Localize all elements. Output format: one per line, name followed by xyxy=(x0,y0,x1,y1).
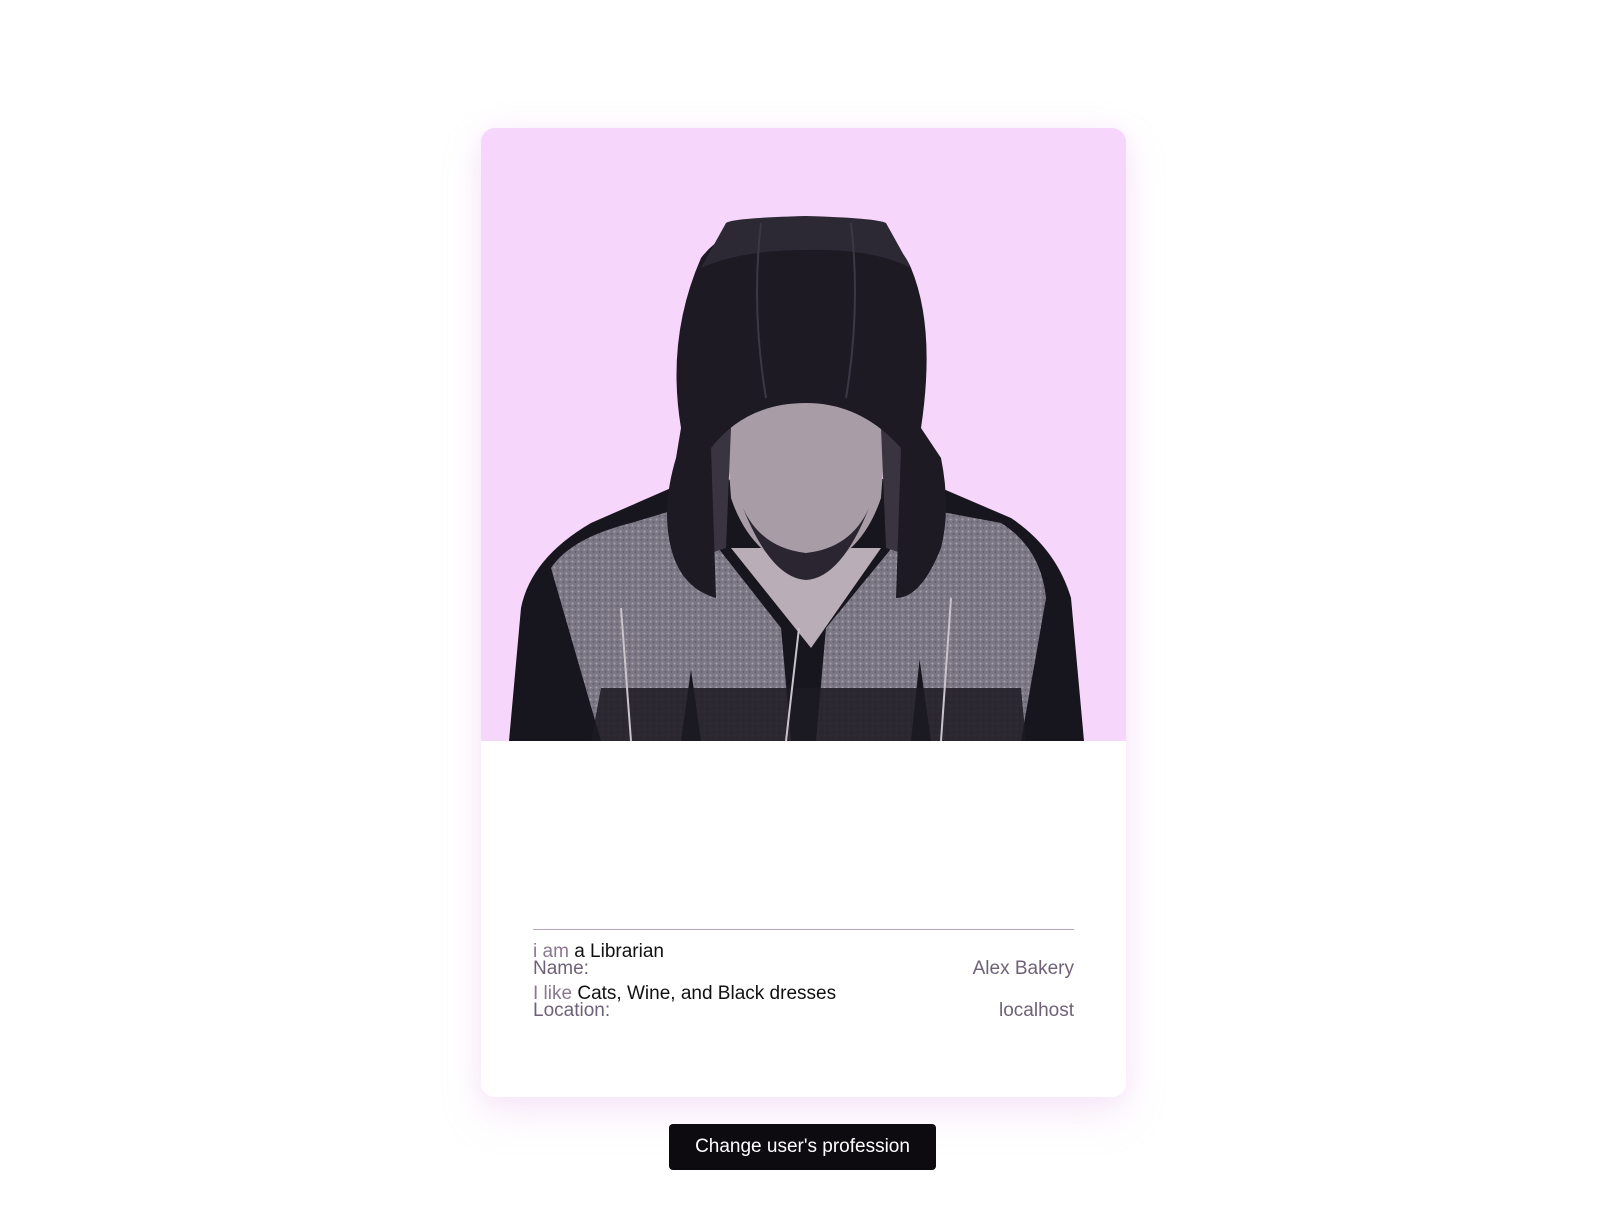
change-profession-button[interactable]: Change user's profession xyxy=(669,1124,936,1170)
location-value: localhost xyxy=(999,1000,1074,1021)
profile-card: i am a Librarian I like Cats, Wine, and … xyxy=(481,128,1126,1097)
location-label: Location: xyxy=(533,1000,611,1021)
name-row: Name: Alex Bakery xyxy=(533,957,1074,981)
profile-photo xyxy=(481,128,1126,741)
location-row: Location: localhost xyxy=(533,999,1074,1023)
name-label: Name: xyxy=(533,958,589,979)
divider xyxy=(533,929,1074,930)
profile-page: i am a Librarian I like Cats, Wine, and … xyxy=(0,0,1600,1219)
hooded-man-image xyxy=(509,216,1084,741)
name-value: Alex Bakery xyxy=(972,958,1074,979)
